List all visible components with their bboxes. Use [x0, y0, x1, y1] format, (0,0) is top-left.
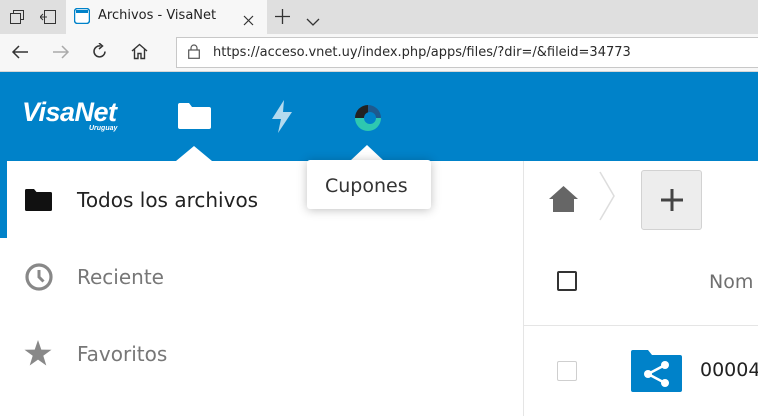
new-button[interactable] [641, 170, 702, 230]
home-icon[interactable] [131, 43, 148, 64]
column-header-name[interactable]: Nom [709, 271, 753, 293]
sidebar-folder-icon [25, 189, 52, 215]
refresh-icon[interactable] [91, 42, 108, 64]
back-icon[interactable] [11, 44, 29, 64]
file-name[interactable]: 00004 [700, 359, 758, 381]
sidebar-border [523, 161, 524, 416]
sidebar-item-favorites[interactable]: Favoritos [77, 342, 167, 366]
lightning-icon[interactable] [270, 100, 294, 137]
close-tab-icon[interactable] [243, 11, 254, 30]
tab-list-chevron-icon[interactable] [306, 12, 320, 31]
active-nav-indicator [0, 161, 7, 238]
app-files-icon[interactable] [178, 103, 211, 133]
tab-title: Archivos - VisaNet [98, 8, 217, 23]
active-app-indicator [176, 146, 212, 165]
cupones-app-icon[interactable] [354, 104, 382, 136]
shared-folder-icon[interactable] [631, 350, 682, 396]
tooltip-text: Cupones [325, 175, 408, 197]
breadcrumb-separator-icon [598, 170, 616, 226]
logo-subtext: Uruguay [89, 125, 118, 132]
tab-favicon-icon [73, 7, 91, 28]
sidebar-item-recent[interactable]: Reciente [77, 265, 164, 289]
sidebar-item-all-files[interactable]: Todos los archivos [77, 188, 258, 212]
plus-icon [661, 189, 683, 211]
url-text: https://acceso.vnet.uy/index.php/apps/fi… [213, 45, 631, 60]
lock-icon[interactable] [188, 44, 200, 63]
select-all-checkbox[interactable] [557, 271, 577, 291]
file-list-header-divider [524, 325, 758, 326]
logo[interactable]: VisaNet [22, 97, 117, 128]
file-row-checkbox[interactable] [557, 361, 577, 381]
new-tab-icon[interactable] [275, 9, 290, 28]
breadcrumb-home-icon[interactable] [549, 186, 578, 216]
forward-icon [52, 44, 70, 64]
star-icon [24, 340, 52, 371]
clock-icon [25, 263, 53, 295]
tab-actions-icon[interactable] [10, 9, 24, 28]
set-aside-tabs-icon[interactable] [39, 9, 56, 28]
